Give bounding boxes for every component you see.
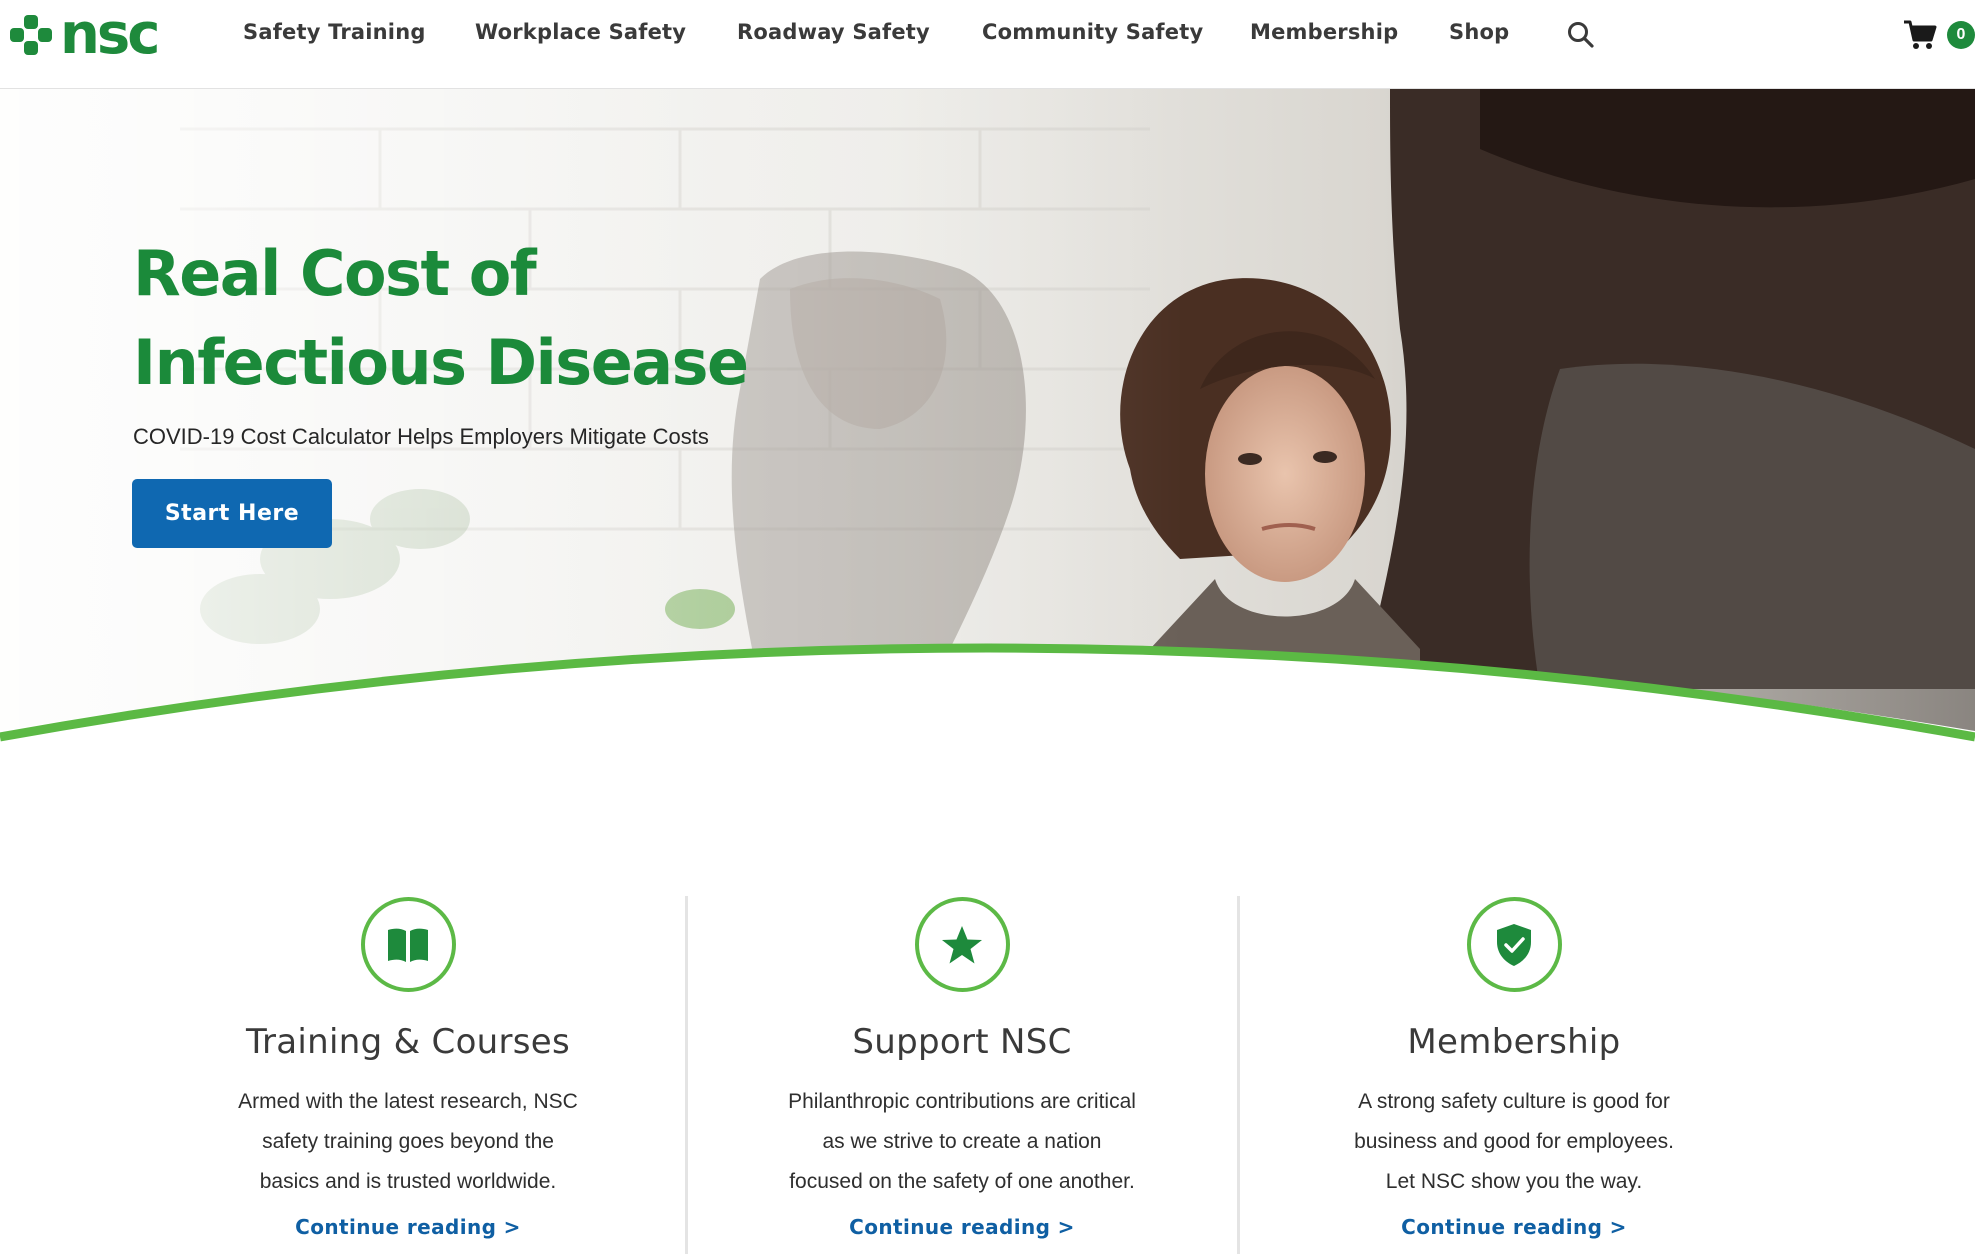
card-text-line: business and good for employees. — [1354, 1130, 1674, 1153]
nsc-cross-icon — [8, 13, 54, 57]
card-title: Support NSC — [852, 1022, 1072, 1062]
continue-reading-link[interactable]: Continue reading > — [849, 1215, 1075, 1239]
start-here-button[interactable]: Start Here — [132, 479, 332, 548]
nav-workplace-safety[interactable]: Workplace Safety — [475, 20, 686, 44]
site-header: nsc Safety Training Workplace Safety Roa… — [0, 0, 1975, 89]
cart-count-badge: 0 — [1947, 21, 1975, 49]
card-text-line: basics and is trusted worldwide. — [259, 1170, 557, 1193]
hero-title: Real Cost of Infectious Disease — [133, 229, 833, 407]
book-icon — [360, 897, 456, 992]
hero-banner: Real Cost of Infectious Disease COVID-19… — [0, 89, 1975, 759]
card-text-line: Philanthropic contributions are critical — [788, 1090, 1136, 1113]
logo-text: nsc — [60, 2, 160, 67]
card-text-line: Let NSC show you the way. — [1385, 1170, 1643, 1193]
star-icon — [914, 897, 1010, 992]
card-description: Philanthropic contributions are critical… — [752, 1082, 1172, 1202]
card-title: Training & Courses — [245, 1022, 571, 1062]
cart-icon[interactable] — [1903, 19, 1937, 51]
hero-subtitle: COVID-19 Cost Calculator Helps Employers… — [133, 424, 709, 449]
card-text-line: focused on the safety of one another. — [789, 1170, 1135, 1193]
hero-title-line-1: Real Cost of — [133, 237, 537, 310]
nav-community-safety[interactable]: Community Safety — [982, 20, 1203, 44]
hero-title-line-2: Infectious Disease — [133, 326, 749, 399]
card-description: A strong safety culture is good for busi… — [1304, 1082, 1724, 1202]
nav-shop[interactable]: Shop — [1449, 20, 1509, 44]
card-text-line: Armed with the latest research, NSC — [238, 1090, 578, 1113]
nsc-logo[interactable]: nsc — [8, 2, 160, 67]
card-title: Membership — [1407, 1022, 1621, 1062]
nav-roadway-safety[interactable]: Roadway Safety — [737, 20, 930, 44]
features-section: Training & Courses Armed with the latest… — [0, 880, 1975, 1254]
card-text-line: safety training goes beyond the — [262, 1130, 554, 1153]
search-icon[interactable] — [1566, 20, 1596, 50]
card-description: Armed with the latest research, NSC safe… — [198, 1082, 618, 1202]
card-membership: Membership A strong safety culture is go… — [1238, 897, 1790, 1239]
continue-reading-link[interactable]: Continue reading > — [295, 1215, 521, 1239]
card-training-courses: Training & Courses Armed with the latest… — [132, 897, 684, 1239]
card-text-line: A strong safety culture is good for — [1358, 1090, 1670, 1113]
nav-safety-training[interactable]: Safety Training — [243, 20, 426, 44]
shield-check-icon — [1466, 897, 1562, 992]
continue-reading-link[interactable]: Continue reading > — [1401, 1215, 1627, 1239]
nav-membership[interactable]: Membership — [1250, 20, 1398, 44]
card-support-nsc: Support NSC Philanthropic contributions … — [686, 897, 1238, 1239]
card-text-line: as we strive to create a nation — [822, 1130, 1102, 1153]
